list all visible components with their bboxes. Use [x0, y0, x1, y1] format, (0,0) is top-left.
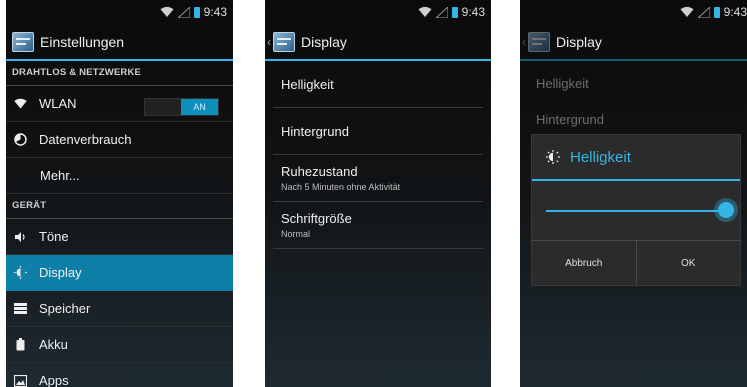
- status-time: 9:43: [203, 5, 227, 19]
- action-bar[interactable]: ‹ Display: [265, 24, 491, 61]
- toggle-on-label: AN: [181, 99, 218, 115]
- settings-screen: 9:43 Einstellungen DRAHTLOS & NETZWERKE …: [6, 0, 233, 387]
- action-bar: Einstellungen: [6, 24, 233, 61]
- section-header-wireless: DRAHTLOS & NETZWERKE: [6, 61, 233, 86]
- battery-icon: [14, 338, 27, 351]
- status-time: 9:43: [723, 5, 747, 19]
- settings-app-icon: [12, 31, 34, 52]
- settings-item-data-usage[interactable]: Datenverbrauch: [6, 122, 233, 158]
- slider-track-fill: [546, 210, 726, 212]
- battery-status-icon: [713, 6, 720, 18]
- status-bar: 9:43: [6, 0, 233, 24]
- settings-item-more[interactable]: Mehr...: [6, 158, 233, 194]
- apps-icon: [14, 374, 27, 387]
- pref-title: Schriftgröße: [281, 211, 352, 226]
- pref-font-size[interactable]: Schriftgröße Normal: [273, 202, 483, 249]
- signal-icon: [697, 6, 710, 18]
- section-header-device: GERÄT: [6, 194, 233, 219]
- wifi-status-icon: [418, 6, 432, 17]
- pref-sleep[interactable]: Ruhezustand Nach 5 Minuten ohne Aktivitä…: [273, 155, 483, 202]
- brightness-icon: [14, 266, 27, 279]
- dimmed-pref-wallpaper: Hintergrund: [536, 112, 604, 127]
- wifi-status-icon: [680, 6, 694, 17]
- battery-status-icon: [193, 6, 200, 18]
- settings-item-label: Display: [39, 265, 82, 280]
- brightness-dialog: Helligkeit Abbruch OK: [531, 134, 741, 286]
- settings-app-icon: [273, 31, 295, 52]
- slider-thumb[interactable]: [718, 202, 734, 218]
- settings-item-label: Apps: [39, 373, 69, 387]
- pref-brightness[interactable]: Helligkeit: [273, 61, 483, 108]
- signal-icon: [435, 6, 448, 18]
- settings-item-storage[interactable]: Speicher: [6, 291, 233, 327]
- settings-item-wlan[interactable]: WLAN AN: [6, 86, 233, 122]
- back-caret-icon[interactable]: ‹: [267, 35, 271, 49]
- page-title: Display: [301, 33, 347, 50]
- dialog-header: Helligkeit: [532, 135, 740, 181]
- storage-icon: [14, 302, 27, 315]
- data-usage-icon: [14, 133, 27, 146]
- action-bar-dimmed: ‹ Display: [520, 24, 747, 61]
- battery-status-icon: [451, 6, 458, 18]
- speaker-icon: [14, 230, 27, 243]
- brightness-icon: [546, 150, 560, 164]
- pref-title: Helligkeit: [281, 76, 334, 92]
- settings-item-sound[interactable]: Töne: [6, 219, 233, 255]
- settings-item-label: Speicher: [39, 301, 91, 316]
- settings-item-display[interactable]: Display: [6, 255, 233, 291]
- settings-item-label: Töne: [39, 229, 69, 244]
- settings-item-battery[interactable]: Akku: [6, 327, 233, 363]
- page-title: Einstellungen: [40, 33, 125, 50]
- cancel-button[interactable]: Abbruch: [532, 241, 636, 285]
- pref-summary: Normal: [281, 229, 311, 239]
- brightness-slider[interactable]: [532, 181, 740, 241]
- pref-summary: Nach 5 Minuten ohne Aktivität: [281, 182, 401, 192]
- status-time: 9:43: [461, 5, 485, 19]
- dialog-button-bar: Abbruch OK: [532, 240, 740, 285]
- settings-item-label: Akku: [39, 337, 68, 352]
- wlan-toggle[interactable]: AN: [144, 98, 219, 116]
- settings-item-label: Datenverbrauch: [39, 132, 132, 147]
- wifi-status-icon: [160, 6, 174, 17]
- brightness-dialog-screen: 9:43 ‹ Display Helligkeit Hintergrund He…: [520, 0, 747, 387]
- settings-item-apps[interactable]: Apps: [6, 363, 233, 387]
- ok-button[interactable]: OK: [635, 241, 741, 285]
- dimmed-pref-brightness: Helligkeit: [536, 76, 589, 91]
- signal-icon: [177, 6, 190, 18]
- display-settings-list: Helligkeit Hintergrund Ruhezustand Nach …: [273, 61, 483, 249]
- pref-title: Hintergrund: [281, 123, 349, 139]
- status-bar: 9:43: [265, 0, 491, 24]
- pref-wallpaper[interactable]: Hintergrund: [273, 108, 483, 155]
- settings-app-icon: [528, 31, 550, 52]
- display-settings-screen: 9:43 ‹ Display Helligkeit Hintergrund Ru…: [265, 0, 491, 387]
- back-caret-icon: ‹: [522, 34, 526, 49]
- settings-item-label: WLAN: [39, 96, 77, 111]
- pref-title: Ruhezustand: [281, 164, 358, 179]
- page-title: Display: [556, 33, 602, 50]
- wifi-icon: [14, 97, 27, 110]
- dialog-title: Helligkeit: [570, 148, 631, 166]
- settings-item-label: Mehr...: [40, 168, 80, 183]
- status-bar: 9:43: [520, 0, 747, 24]
